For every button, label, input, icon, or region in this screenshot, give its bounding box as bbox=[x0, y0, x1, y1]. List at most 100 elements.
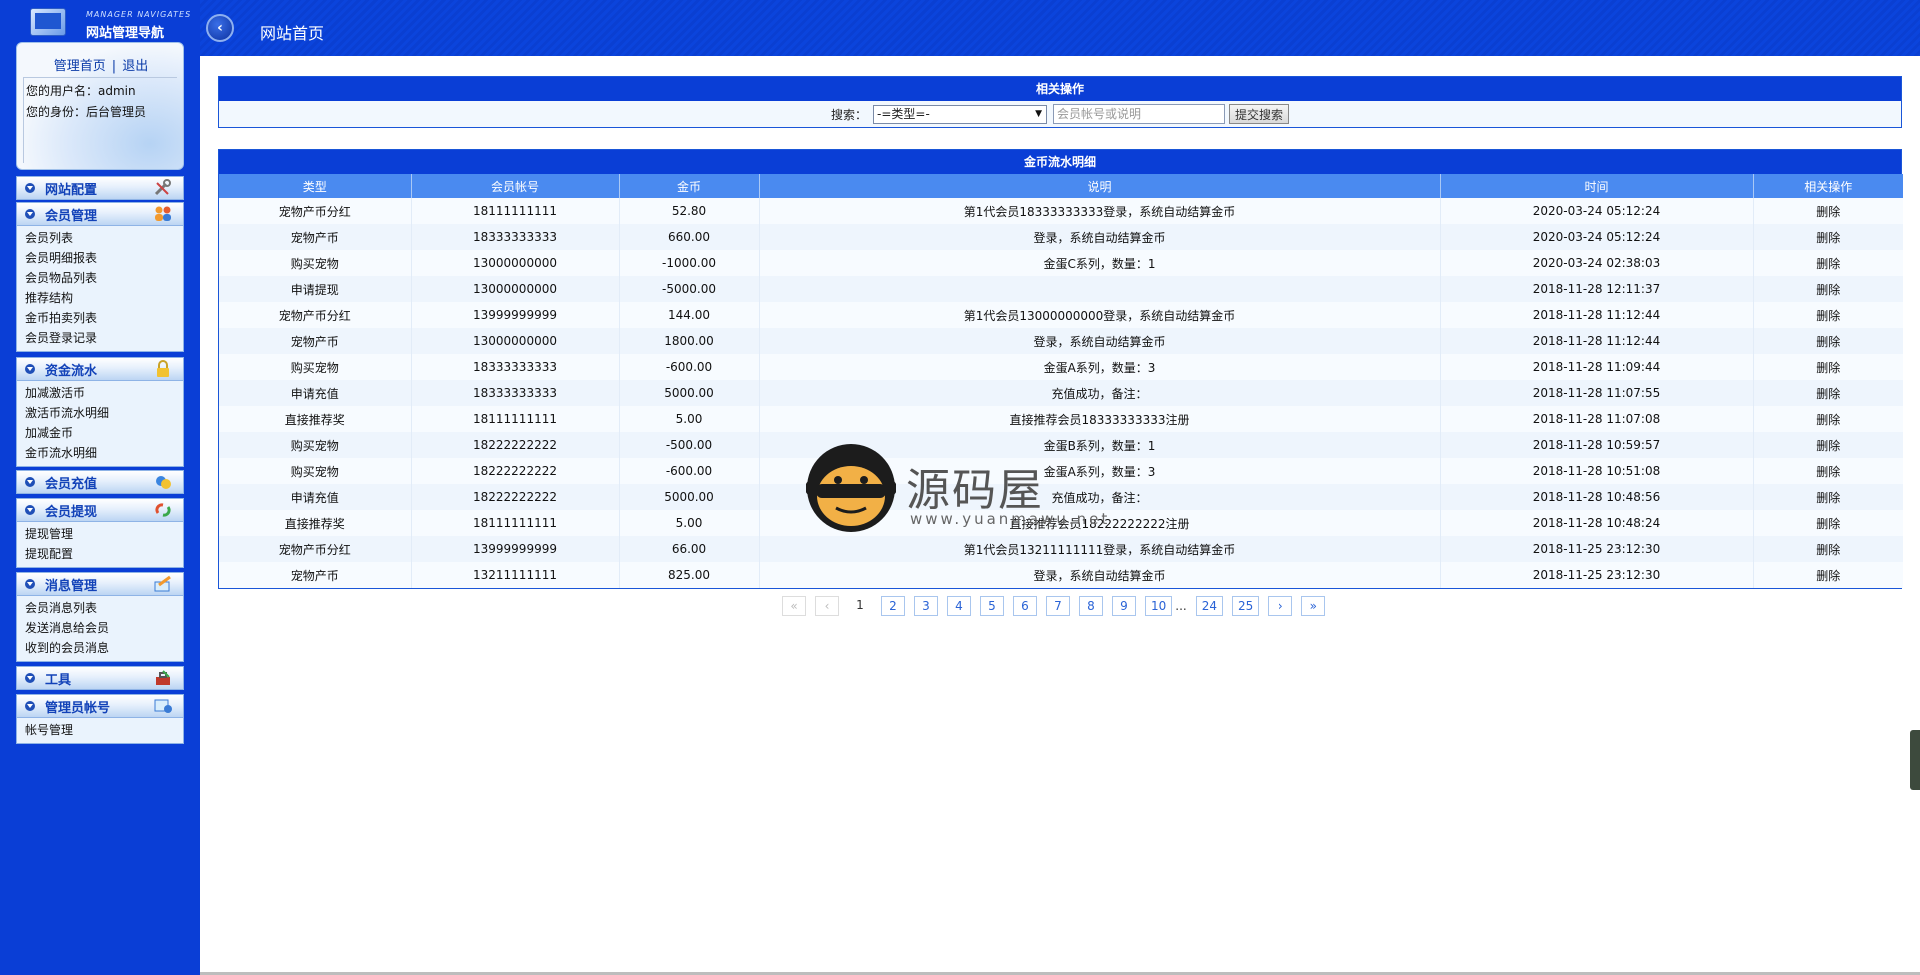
delete-link[interactable]: 删除 bbox=[1753, 484, 1903, 510]
cell-time: 2018-11-28 11:12:44 bbox=[1440, 328, 1754, 354]
next-page-button[interactable]: › bbox=[1268, 596, 1293, 616]
menu-head-tools[interactable]: 工具 bbox=[16, 666, 184, 690]
menu-item-adjust-gold[interactable]: 加减金币 bbox=[17, 423, 183, 443]
cell-account: 18333333333 bbox=[411, 354, 620, 380]
delete-link[interactable]: 删除 bbox=[1753, 458, 1903, 484]
delete-link[interactable]: 删除 bbox=[1753, 510, 1903, 536]
cell-time: 2020-03-24 02:38:03 bbox=[1440, 250, 1754, 276]
cell-gold: 660.00 bbox=[619, 224, 760, 250]
search-input[interactable] bbox=[1053, 104, 1225, 124]
expand-icon bbox=[25, 183, 35, 193]
main-content: 相关操作 搜索： -=类型=- 提交搜索 金币流水明细 类型 会员帐号 金币 说… bbox=[200, 56, 1920, 975]
delete-link[interactable]: 删除 bbox=[1753, 224, 1903, 250]
page-link[interactable]: 9 bbox=[1112, 596, 1136, 616]
cell-type: 申请提现 bbox=[219, 276, 412, 302]
menu-item-account-manage[interactable]: 帐号管理 bbox=[17, 720, 183, 740]
page-link[interactable]: 5 bbox=[980, 596, 1004, 616]
user-info: 您的用户名：admin 您的身份：后台管理员 bbox=[23, 77, 177, 163]
page-link[interactable]: 8 bbox=[1079, 596, 1103, 616]
page-link[interactable]: 10 bbox=[1145, 596, 1173, 616]
cell-description: 金蛋C系列，数量：1 bbox=[759, 250, 1441, 276]
menu-head-members[interactable]: 会员管理 bbox=[16, 202, 184, 226]
search-submit-button[interactable]: 提交搜索 bbox=[1229, 104, 1290, 124]
cell-gold: 5.00 bbox=[619, 510, 760, 536]
menu-item-member-report[interactable]: 会员明细报表 bbox=[17, 248, 183, 268]
ledger-panel: 金币流水明细 类型 会员帐号 金币 说明 时间 相关操作 宠物产币分红 18111… bbox=[218, 149, 1903, 589]
menu-item-received-messages[interactable]: 收到的会员消息 bbox=[17, 638, 183, 658]
cell-gold: 52.80 bbox=[619, 198, 760, 224]
menu-head-admin[interactable]: 管理员帐号 bbox=[16, 694, 184, 718]
cell-time: 2018-11-25 23:12:30 bbox=[1440, 536, 1754, 562]
menu-head-funds[interactable]: 资金流水 bbox=[16, 357, 184, 381]
expand-icon bbox=[25, 505, 35, 515]
page-link[interactable]: 25 bbox=[1232, 596, 1260, 616]
menu-item-member-messages[interactable]: 会员消息列表 bbox=[17, 598, 183, 618]
menu-item-referral-tree[interactable]: 推荐结构 bbox=[17, 288, 183, 308]
link-separator: | bbox=[111, 59, 117, 74]
menu-item-gold-ledger[interactable]: 金币流水明细 bbox=[17, 443, 183, 463]
cell-time: 2018-11-28 11:12:44 bbox=[1440, 302, 1754, 328]
cell-type: 宠物产币分红 bbox=[219, 536, 412, 562]
menu-item-adjust-active-coin[interactable]: 加减激活币 bbox=[17, 383, 183, 403]
delete-link[interactable]: 删除 bbox=[1753, 250, 1903, 276]
menu-head-messages[interactable]: 消息管理 bbox=[16, 572, 184, 596]
delete-link[interactable]: 删除 bbox=[1753, 380, 1903, 406]
table-row: 宠物产币 18333333333 660.00 登录，系统自动结算金币 2020-03-… bbox=[219, 224, 1903, 250]
side-scroll-handle[interactable] bbox=[1910, 730, 1920, 790]
delete-link[interactable]: 删除 bbox=[1753, 354, 1903, 380]
menu-title: 会员管理 bbox=[45, 208, 98, 224]
delete-link[interactable]: 删除 bbox=[1753, 276, 1903, 302]
cell-gold: 5000.00 bbox=[619, 380, 760, 406]
cell-gold: -5000.00 bbox=[619, 276, 760, 302]
cell-type: 购买宠物 bbox=[219, 250, 412, 276]
cell-description: 登录，系统自动结算金币 bbox=[759, 328, 1441, 354]
page-link[interactable]: 2 bbox=[881, 596, 905, 616]
menu-item-active-coin-ledger[interactable]: 激活币流水明细 bbox=[17, 403, 183, 423]
cell-account: 13999999999 bbox=[411, 302, 620, 328]
table-row: 宠物产币分红 13999999999 66.00 第1代会员13211111111登录… bbox=[219, 536, 1903, 562]
refresh-icon bbox=[155, 503, 171, 517]
expand-icon bbox=[25, 209, 35, 219]
cell-time: 2018-11-28 12:11:37 bbox=[1440, 276, 1754, 302]
cell-gold: -1000.00 bbox=[619, 250, 760, 276]
menu-head-recharge[interactable]: 会员充值 bbox=[16, 470, 184, 494]
cell-gold: -600.00 bbox=[619, 354, 760, 380]
menu-messages: 消息管理 会员消息列表 发送消息给会员 收到的会员消息 bbox=[16, 572, 184, 662]
cell-time: 2020-03-24 05:12:24 bbox=[1440, 198, 1754, 224]
menu-item-member-list[interactable]: 会员列表 bbox=[17, 228, 183, 248]
menu-item-send-message[interactable]: 发送消息给会员 bbox=[17, 618, 183, 638]
menu-head-withdraw[interactable]: 会员提现 bbox=[16, 498, 184, 522]
last-page-button[interactable]: » bbox=[1301, 596, 1326, 616]
cell-account: 18111111111 bbox=[411, 406, 620, 432]
delete-link[interactable]: 删除 bbox=[1753, 302, 1903, 328]
delete-link[interactable]: 删除 bbox=[1753, 328, 1903, 354]
nav-logo: MANAGER NAVIGATES 网站管理导航 bbox=[0, 0, 200, 42]
delete-link[interactable]: 删除 bbox=[1753, 198, 1903, 224]
delete-link[interactable]: 删除 bbox=[1753, 562, 1903, 588]
page-link[interactable]: 3 bbox=[914, 596, 938, 616]
type-select[interactable]: -=类型=- bbox=[873, 104, 1047, 124]
menu-item-coin-auction[interactable]: 金币拍卖列表 bbox=[17, 308, 183, 328]
delete-link[interactable]: 删除 bbox=[1753, 536, 1903, 562]
lock-icon bbox=[157, 360, 169, 377]
menu-item-member-goods[interactable]: 会员物品列表 bbox=[17, 268, 183, 288]
menu-item-withdraw-config[interactable]: 提现配置 bbox=[17, 544, 183, 564]
back-button[interactable]: ‹ bbox=[206, 14, 234, 42]
menu-head-site-config[interactable]: 网站配置 bbox=[16, 176, 184, 200]
page-link[interactable]: 24 bbox=[1195, 596, 1224, 616]
delete-link[interactable]: 删除 bbox=[1753, 432, 1903, 458]
delete-link[interactable]: 删除 bbox=[1753, 406, 1903, 432]
admin-icon bbox=[154, 699, 172, 713]
home-link[interactable]: 管理首页 bbox=[54, 59, 106, 74]
page-link[interactable]: 7 bbox=[1046, 596, 1070, 616]
tools-icon bbox=[154, 179, 171, 196]
menu-item-withdraw-manage[interactable]: 提现管理 bbox=[17, 524, 183, 544]
logout-link[interactable]: 退出 bbox=[122, 59, 148, 74]
page-link[interactable]: 4 bbox=[947, 596, 971, 616]
current-page: 1 bbox=[856, 598, 864, 612]
menu-item-login-log[interactable]: 会员登录记录 bbox=[17, 328, 183, 348]
cell-account: 13000000000 bbox=[411, 328, 620, 354]
menu-admin: 管理员帐号 帐号管理 bbox=[16, 694, 184, 744]
page-title: 网站首页 bbox=[260, 24, 325, 43]
page-link[interactable]: 6 bbox=[1013, 596, 1037, 616]
